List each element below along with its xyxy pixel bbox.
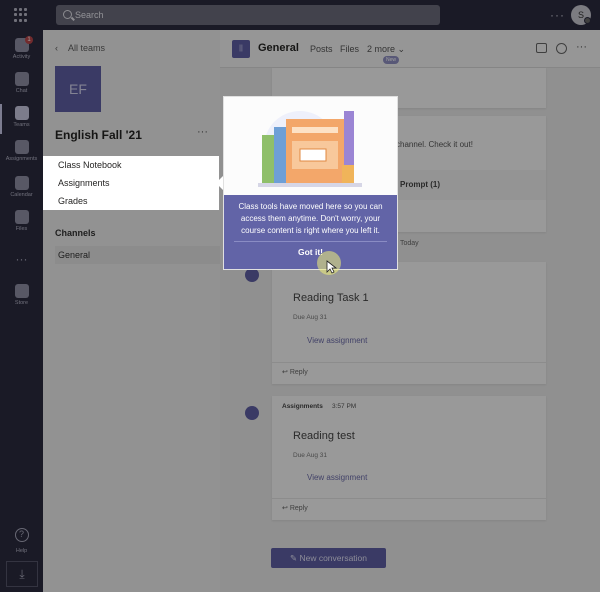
popover-caret xyxy=(216,176,223,190)
pointer-icon xyxy=(326,260,338,274)
grades-link[interactable]: Grades xyxy=(58,196,88,206)
dim-overlay xyxy=(0,0,600,592)
class-tools-popover: Class tools have moved here so you can a… xyxy=(223,96,398,270)
books-illustration xyxy=(224,97,397,195)
popover-body: Class tools have moved here so you can a… xyxy=(224,195,397,269)
divider xyxy=(234,241,387,242)
class-notebook-link[interactable]: Class Notebook xyxy=(58,160,122,170)
got-it-button[interactable]: Got it! xyxy=(224,247,397,257)
class-tools-list: Class Notebook Assignments Grades xyxy=(43,156,219,210)
popover-message: Class tools have moved here so you can a… xyxy=(238,202,383,235)
assignments-link[interactable]: Assignments xyxy=(58,178,110,188)
